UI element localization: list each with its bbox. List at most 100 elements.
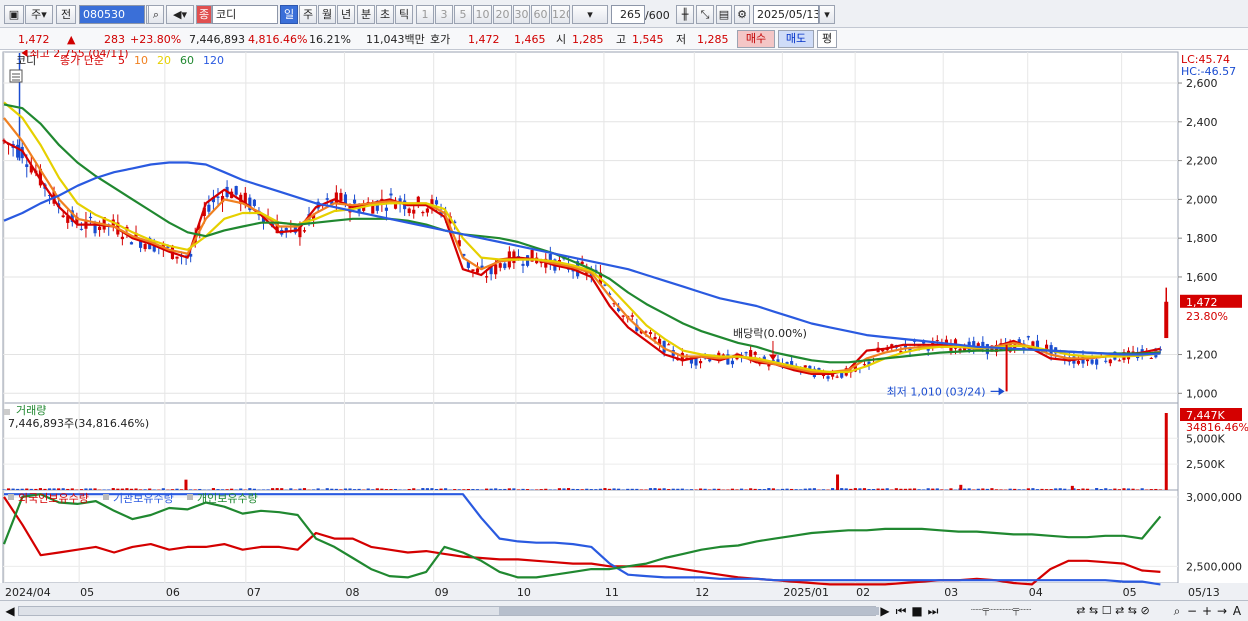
period-tab-2[interactable]: 월 — [318, 5, 336, 24]
scroll-left-icon[interactable]: ◀ — [4, 603, 16, 619]
play-icon[interactable]: ▶ — [878, 603, 892, 619]
stock-code-input[interactable]: 080530 — [79, 5, 145, 24]
volume-bar-48 — [220, 489, 225, 490]
high-label: 고 — [616, 33, 627, 46]
x-tick-label-8: 12 — [695, 586, 709, 599]
candle-body-103 — [471, 269, 475, 272]
interval-button-120[interactable]: 120 — [551, 5, 570, 24]
volume-bar-27 — [125, 488, 129, 490]
interval-button-5[interactable]: 5 — [454, 5, 472, 24]
save-icon[interactable]: ▤ — [716, 5, 732, 24]
volume-spike-2 — [959, 484, 963, 490]
volume-bar-161 — [735, 489, 739, 490]
volume-bar-159 — [726, 489, 730, 490]
volume-spike-3 — [1070, 485, 1074, 490]
volume-bar-165 — [753, 488, 757, 490]
volume-bar-144 — [658, 488, 662, 490]
zoom-in-icon[interactable]: + — [1200, 603, 1214, 619]
chart-tools-icons[interactable]: ⇄ ⇆ ☐ ⇄ ⇆ ⊘ — [1058, 603, 1168, 619]
sell-button[interactable]: 매도 — [778, 30, 814, 48]
current-price: 1,472 — [18, 33, 50, 46]
candle-body-92 — [421, 212, 425, 214]
period-tab-3[interactable]: 년 — [337, 5, 355, 24]
open-price: 1,285 — [572, 33, 604, 46]
candle-body-155 — [708, 359, 712, 362]
volume-bar-46 — [211, 488, 215, 490]
stock-name-field[interactable]: 코디 — [212, 5, 278, 24]
candle-body-84 — [384, 207, 389, 211]
volume-bar-72 — [330, 488, 334, 490]
candle-body-216 — [985, 344, 989, 354]
interval-button-3[interactable]: 3 — [435, 5, 453, 24]
count-input[interactable]: 265 — [611, 5, 645, 24]
rewind-icon[interactable]: ⏮ — [894, 603, 908, 619]
scroll-end-icon[interactable]: → — [1215, 603, 1229, 619]
period-tab-5[interactable]: 초 — [376, 5, 394, 24]
buy-button[interactable]: 매수 — [737, 30, 775, 48]
volume-bar-241 — [1099, 489, 1103, 490]
volume-bar-75 — [343, 488, 348, 490]
candle-body-17 — [79, 228, 83, 230]
volume-bar-18 — [84, 488, 88, 490]
stock-chart[interactable]: 2,600 2,400 2,200 2,000 1,800 1,600 1,200 1,000… — [0, 50, 1248, 621]
volume-bar-140 — [639, 489, 643, 490]
volume-bar-68 — [312, 489, 316, 490]
volume-bar-82 — [375, 488, 379, 490]
interval-button-1[interactable]: 1 — [416, 5, 434, 24]
forward-icon[interactable]: ⏭ — [926, 603, 940, 619]
volume-bar-194 — [885, 488, 889, 490]
change-value: 283 — [104, 33, 125, 46]
interval-button-20[interactable]: 20 — [493, 5, 512, 24]
volume-bar-128 — [585, 488, 589, 490]
window-menu-icon[interactable]: ▣ — [4, 5, 24, 24]
x-tick-label-11: 03 — [944, 586, 958, 599]
compare-button[interactable]: 전 — [56, 5, 76, 24]
volume-bar-187 — [853, 488, 857, 490]
ma-legend-120: 120 — [203, 54, 224, 67]
zoom-out-icon[interactable]: − — [1185, 603, 1199, 619]
zoom-slider[interactable]: ┈┈╤┈┈┈┈╤┈┈ — [946, 603, 1056, 619]
volume-bar-83 — [380, 488, 384, 490]
price-ytick-label-3: 2,000 — [1186, 193, 1218, 206]
evaluate-button[interactable]: 평 — [817, 30, 837, 48]
candle-type-icon[interactable]: ╫ — [676, 5, 694, 24]
period-tab-6[interactable]: 틱 — [395, 5, 413, 24]
interval-button-10[interactable]: 10 — [473, 5, 492, 24]
volume-bar-231 — [1054, 488, 1058, 490]
holding-ytick-label-1: 2,500,000 — [1186, 560, 1242, 573]
stop-icon[interactable]: ■ — [910, 603, 924, 619]
stock-type-badge: 종 — [196, 5, 212, 24]
settings-gear-icon[interactable]: ⚙ — [734, 5, 750, 24]
candle-body-243 — [1108, 359, 1112, 364]
period-tab-4[interactable]: 분 — [357, 5, 375, 24]
horizontal-scrollbar[interactable] — [18, 606, 879, 616]
volume-bar-29 — [134, 488, 138, 490]
volume-bar-192 — [876, 488, 880, 490]
interval-button-60[interactable]: 60 — [531, 5, 550, 24]
dividend-annotation: 배당락(0.00%) — [733, 327, 807, 340]
volume-bar-232 — [1058, 488, 1062, 490]
magnify-icon[interactable]: ⌕ — [1170, 603, 1184, 619]
search-icon[interactable]: ⌕ — [148, 5, 164, 24]
candle-body-227 — [1035, 340, 1040, 348]
x-axis-background — [0, 583, 1248, 600]
x-tick-label-1: 05 — [80, 586, 94, 599]
period-tab-0[interactable]: 일 — [280, 5, 298, 24]
draw-tool-icon[interactable]: ⤡ — [696, 5, 714, 24]
period-tab-1[interactable]: 주 — [299, 5, 317, 24]
date-dropdown-icon[interactable]: ▾ — [819, 5, 835, 24]
scrollbar-thumb[interactable] — [499, 607, 879, 615]
date-input[interactable]: 2025/05/13 — [753, 5, 819, 24]
volume-bar-42 — [193, 489, 197, 490]
interval-button-30[interactable]: 30 — [513, 5, 530, 24]
volume-bar-127 — [580, 489, 584, 490]
speaker-icon[interactable]: ◀▾ — [166, 5, 194, 24]
volume-bar-214 — [976, 488, 980, 490]
volume-bar-136 — [621, 489, 625, 490]
candle-body-19 — [88, 216, 93, 219]
period-unit-select[interactable]: 주▾ — [25, 5, 53, 24]
font-size-icon[interactable]: A — [1230, 603, 1244, 619]
x-tick-label-6: 10 — [517, 586, 531, 599]
interval-custom-select[interactable]: ▾ — [572, 5, 608, 24]
bid-label: 호가 — [430, 33, 451, 46]
